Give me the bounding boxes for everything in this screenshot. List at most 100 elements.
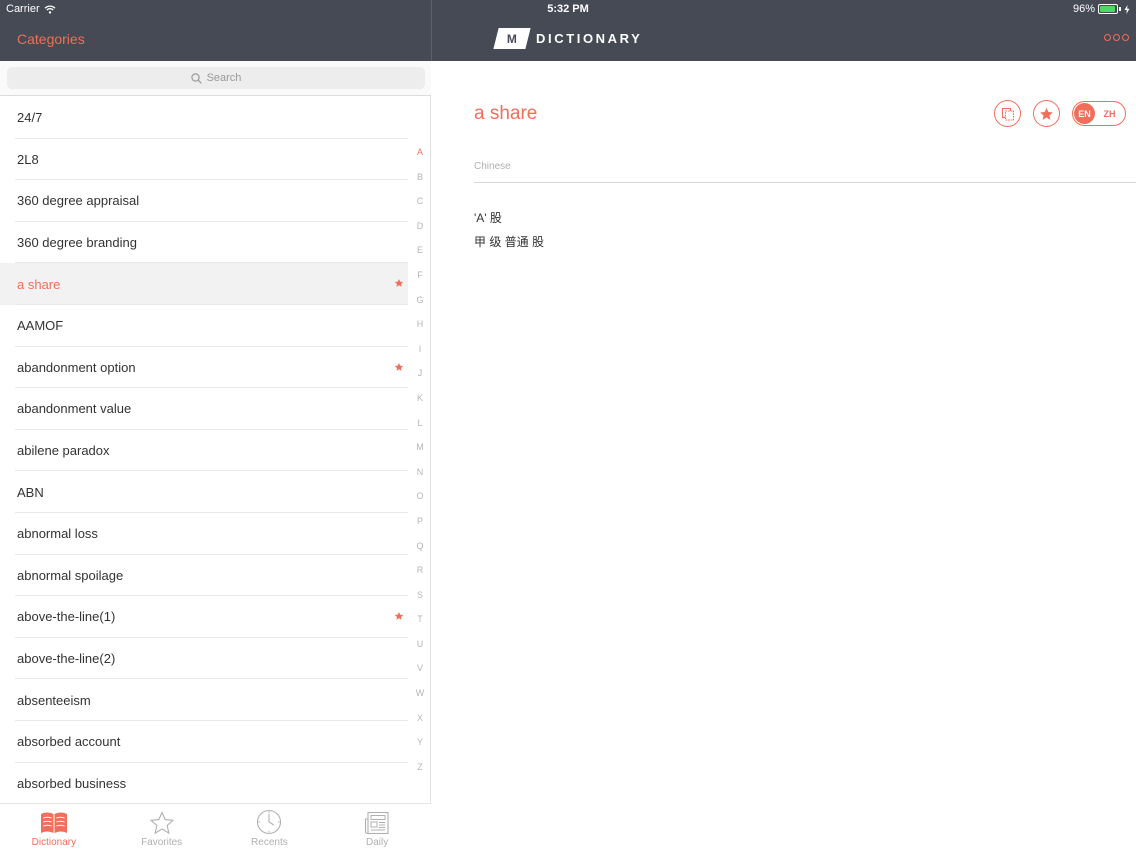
section-label: Chinese xyxy=(474,161,511,172)
index-letter[interactable]: P xyxy=(411,509,429,534)
list-item-label: abandonment value xyxy=(17,401,132,417)
index-letter[interactable]: W xyxy=(411,681,429,706)
status-carrier: Carrier xyxy=(6,3,56,15)
index-letter[interactable]: S xyxy=(411,583,429,608)
index-letter[interactable]: B xyxy=(411,165,429,190)
list-item[interactable]: abnormal spoilage xyxy=(0,555,408,597)
definition-line: 'A' 股 xyxy=(474,211,502,225)
index-letter[interactable]: V xyxy=(411,656,429,681)
index-letter[interactable]: L xyxy=(411,411,429,436)
list-item[interactable]: 2L8 xyxy=(0,139,408,181)
list-item[interactable]: 360 degree appraisal xyxy=(0,180,408,222)
battery-level xyxy=(1100,6,1116,12)
top-header: Carrier 5:32 PM 96% Categories M DICTION… xyxy=(0,0,1136,61)
tab-label: Dictionary xyxy=(31,837,77,848)
index-letter[interactable]: I xyxy=(411,337,429,362)
list-item[interactable]: abnormal loss xyxy=(0,513,408,555)
list-item-label: absorbed business xyxy=(17,775,127,791)
list-item[interactable]: absenteeism xyxy=(0,679,408,721)
index-letter[interactable]: M xyxy=(411,435,429,460)
logo-text: DICTIONARY xyxy=(536,31,643,46)
index-letter[interactable]: N xyxy=(411,460,429,485)
alphabet-index[interactable]: ABCDEFGHIJKLMNOPQRSTUVWXYZ xyxy=(411,140,429,779)
index-letter[interactable]: U xyxy=(411,632,429,657)
lang-en-option[interactable]: EN xyxy=(1074,103,1095,124)
index-letter[interactable]: X xyxy=(411,706,429,731)
tab-dictionary[interactable]: Dictionary xyxy=(0,804,108,852)
charging-bolt-icon xyxy=(1124,4,1130,14)
definition: 'A' 股 甲 级 普通 股 xyxy=(474,206,544,254)
copy-button[interactable] xyxy=(994,100,1021,127)
definition-line: 甲 级 普通 股 xyxy=(474,235,545,249)
detail-pane: a share EN ZH Chinese 'A' 股 甲 级 普通 股 xyxy=(432,61,1136,852)
list-item-label: abandonment option xyxy=(17,359,136,375)
index-letter[interactable]: Y xyxy=(411,730,429,755)
favorite-star-icon xyxy=(394,279,404,288)
more-options-icon[interactable] xyxy=(1104,34,1129,41)
list-item[interactable]: abandonment value xyxy=(0,388,408,430)
tab-bar: Dictionary Favorites Recents Daily xyxy=(0,803,431,852)
list-item[interactable]: above-the-line(1) xyxy=(0,596,408,638)
list-item-label: absenteeism xyxy=(17,692,91,708)
index-letter[interactable]: F xyxy=(411,263,429,288)
tab-label: Favorites xyxy=(141,837,183,848)
header-divider xyxy=(431,0,432,61)
app-logo: M DICTIONARY xyxy=(493,28,643,49)
index-letter[interactable]: E xyxy=(411,238,429,263)
tab-label: Daily xyxy=(366,837,389,848)
battery-cap xyxy=(1119,7,1121,11)
index-letter[interactable]: Z xyxy=(411,755,429,780)
status-time: 5:32 PM xyxy=(547,3,589,15)
list-item[interactable]: above-the-line(2) xyxy=(0,638,408,680)
categories-button[interactable]: Categories xyxy=(17,31,85,47)
battery-percent: 96% xyxy=(1072,3,1095,15)
tab-daily[interactable]: Daily xyxy=(323,804,431,852)
logo-badge: M xyxy=(493,28,531,49)
index-letter[interactable]: G xyxy=(411,288,429,313)
list-item-label: absorbed account xyxy=(17,734,121,750)
index-letter[interactable]: T xyxy=(411,607,429,632)
lang-zh-option[interactable]: ZH xyxy=(1095,109,1124,119)
battery-icon xyxy=(1098,4,1118,14)
index-letter[interactable]: O xyxy=(411,484,429,509)
tab-favorites[interactable]: Favorites xyxy=(108,804,216,852)
list-item[interactable]: AAMOF xyxy=(0,305,408,347)
list-item-label: 24/7 xyxy=(17,110,43,126)
search-icon xyxy=(190,72,202,84)
section-divider xyxy=(474,182,1136,183)
list-item[interactable]: 360 degree branding xyxy=(0,222,408,264)
list-item[interactable]: abandonment option xyxy=(0,347,408,389)
wifi-icon xyxy=(44,4,56,14)
list-item[interactable]: ABN xyxy=(0,471,408,513)
list-item[interactable]: a share xyxy=(0,263,408,305)
book-icon xyxy=(40,812,67,833)
index-letter[interactable]: R xyxy=(411,558,429,583)
list-item-label: abnormal loss xyxy=(17,526,98,542)
favorite-button[interactable] xyxy=(1033,100,1060,127)
tab-label: Recents xyxy=(251,837,288,848)
search-placeholder: Search xyxy=(206,72,242,84)
list-item[interactable]: abilene paradox xyxy=(0,430,408,472)
logo-badge-letter: M xyxy=(507,31,517,46)
newspaper-icon xyxy=(365,811,389,835)
tab-recents[interactable]: Recents xyxy=(216,804,324,852)
clock-icon xyxy=(257,809,282,835)
list-item[interactable]: absorbed business xyxy=(0,763,408,805)
index-letter[interactable]: J xyxy=(411,361,429,386)
index-letter[interactable]: Q xyxy=(411,534,429,559)
index-letter[interactable]: D xyxy=(411,214,429,239)
index-letter[interactable]: H xyxy=(411,312,429,337)
language-toggle[interactable]: EN ZH xyxy=(1072,101,1126,126)
list-item[interactable]: absorbed account xyxy=(0,721,408,763)
list-item-label: 2L8 xyxy=(17,151,39,167)
favorite-star-icon xyxy=(394,612,404,621)
index-letter[interactable]: K xyxy=(411,386,429,411)
list-item-label: 360 degree branding xyxy=(17,235,137,251)
list-item[interactable]: 24/7 xyxy=(0,97,408,139)
search-input[interactable]: Search xyxy=(7,67,425,89)
index-letter[interactable]: C xyxy=(411,189,429,214)
index-letter[interactable]: A xyxy=(411,140,429,165)
list-item-label: a share xyxy=(17,276,61,292)
status-bar: Carrier 5:32 PM 96% xyxy=(0,0,1136,18)
status-battery: 96% xyxy=(1073,3,1130,15)
